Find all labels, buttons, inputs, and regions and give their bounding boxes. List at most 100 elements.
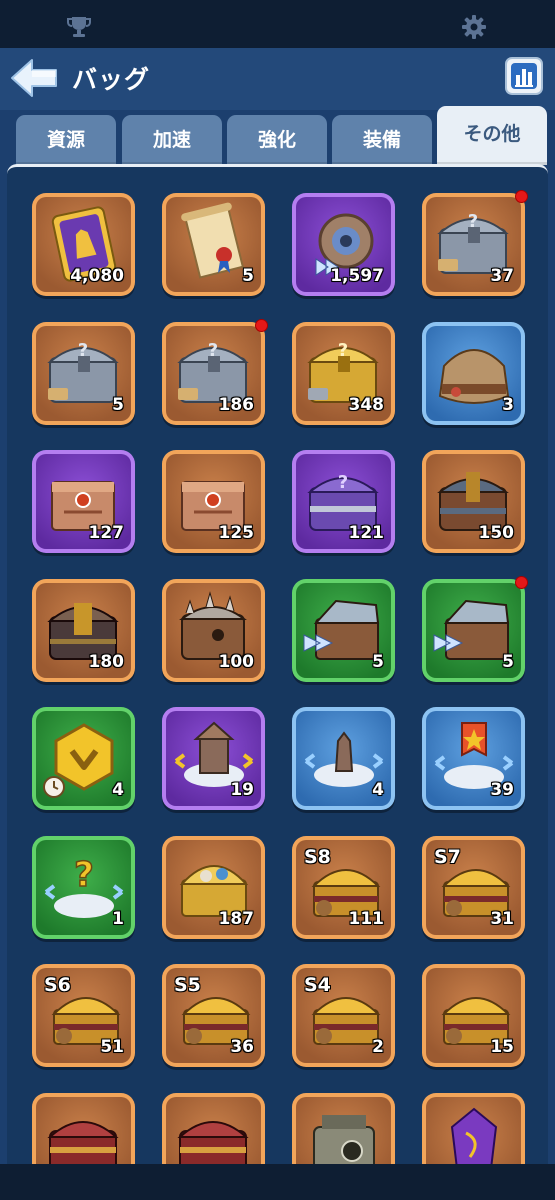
item-count: 348	[348, 394, 385, 415]
item-count: 39	[490, 780, 514, 800]
item-count: 19	[230, 780, 254, 800]
item-count: 5	[242, 266, 254, 286]
item-count: 36	[230, 1037, 254, 1057]
inventory-item[interactable]: 100	[162, 578, 265, 682]
item-count: 150	[478, 523, 515, 543]
item-count: 15	[490, 1037, 514, 1057]
svg-text:?: ?	[78, 340, 88, 361]
inventory-item[interactable]: 5	[292, 578, 395, 682]
bar-chart-icon	[511, 63, 537, 89]
inventory-item[interactable]: 187	[162, 835, 265, 939]
item-count: 100	[218, 651, 255, 672]
item-count: 187	[218, 908, 255, 929]
item-count: 127	[88, 523, 125, 543]
item-frame: S7 31	[426, 839, 521, 935]
tab-other[interactable]: その他	[437, 106, 547, 165]
inventory-item[interactable]: 127	[32, 450, 135, 553]
inventory-item[interactable]: S7 31	[422, 835, 525, 939]
item-count: 111	[348, 908, 385, 929]
item-frame: 39	[426, 711, 521, 806]
inventory-item[interactable]: 150	[422, 450, 525, 553]
item-frame: 5	[166, 197, 261, 292]
bottom-bar	[0, 1164, 555, 1200]
inventory-item[interactable]: S4 2	[292, 964, 395, 1067]
svg-text:?: ?	[338, 472, 348, 493]
inventory-item[interactable]: 1,597	[292, 193, 395, 296]
item-count: 51	[100, 1037, 124, 1057]
tab-upgrades[interactable]: 強化	[227, 115, 327, 165]
item-frame: ? 5	[36, 325, 131, 421]
inventory-item[interactable]: ? 121	[292, 450, 395, 553]
tab-resources[interactable]: 資源	[16, 115, 116, 165]
item-frame: 5	[426, 582, 521, 678]
inventory-item[interactable]: S6 51	[32, 964, 135, 1067]
item-count: 2	[372, 1037, 384, 1057]
inventory-item[interactable]: 19	[162, 707, 265, 810]
item-frame: ? 121	[296, 454, 391, 549]
item-count: 3	[502, 394, 514, 415]
inventory-item[interactable]: S8 111	[292, 835, 395, 939]
inventory-item[interactable]: 4	[292, 707, 395, 810]
inventory-item[interactable]: ? 1	[32, 835, 135, 939]
inventory-item[interactable]: ? 186	[162, 318, 268, 425]
item-frame: S6 51	[36, 968, 131, 1063]
stats-button[interactable]	[505, 57, 543, 95]
inventory-item[interactable]: 4	[32, 707, 135, 810]
tab-speedups[interactable]: 加速	[122, 115, 222, 165]
inventory-item[interactable]: 5	[422, 575, 528, 682]
item-frame: 3	[426, 325, 521, 421]
item-frame: ? 186	[166, 325, 261, 421]
season-label: S8	[304, 845, 331, 868]
item-frame: S8 111	[296, 839, 391, 935]
item-frame: 187	[166, 839, 261, 935]
item-count: 180	[88, 651, 125, 672]
top-status-bar	[0, 0, 555, 48]
inventory-item[interactable]: ? 348	[292, 321, 395, 425]
item-frame: 127	[36, 454, 131, 549]
season-label: S5	[174, 974, 201, 996]
item-frame: 19	[166, 711, 261, 806]
gear-icon[interactable]	[461, 14, 487, 40]
item-count: 4	[112, 780, 124, 800]
item-count: 37	[490, 266, 514, 286]
inventory-item[interactable]: 39	[422, 707, 525, 810]
item-frame: 180	[36, 582, 131, 678]
season-label: S4	[304, 974, 331, 996]
page-title: バッグ	[72, 65, 151, 94]
item-count: 186	[218, 394, 255, 415]
item-count: 1,597	[330, 266, 384, 286]
item-frame: 1,597	[296, 197, 391, 292]
item-frame: ? 1	[36, 839, 131, 935]
inventory-item[interactable]: ? 5	[32, 321, 135, 425]
item-frame: 5	[296, 582, 391, 678]
item-count: 4	[372, 780, 384, 800]
back-arrow-icon[interactable]	[8, 56, 60, 100]
item-frame: 100	[166, 582, 261, 678]
inventory-item[interactable]: 5	[162, 193, 265, 296]
item-count: 125	[218, 523, 255, 543]
item-frame: S5 36	[166, 968, 261, 1063]
new-indicator-dot	[515, 190, 528, 203]
item-frame: 150	[426, 454, 521, 549]
inventory-item[interactable]: 3	[422, 321, 525, 425]
inventory-item[interactable]: 180	[32, 578, 135, 682]
inventory-item[interactable]: S5 36	[162, 964, 265, 1067]
item-count: 1	[112, 908, 124, 929]
season-label: S6	[44, 974, 71, 996]
svg-text:?: ?	[74, 855, 94, 895]
item-frame: ? 37	[426, 197, 521, 292]
item-frame: 4,080	[36, 197, 131, 292]
category-tabs: 資源 加速 強化 装備 その他	[16, 106, 547, 165]
season-label: S7	[434, 845, 461, 868]
inventory-item[interactable]: 4,080	[32, 193, 135, 296]
svg-text:?: ?	[208, 340, 218, 361]
item-frame: S4 2	[296, 968, 391, 1063]
inventory-item[interactable]: 15	[422, 964, 525, 1067]
inventory-item[interactable]: ? 37	[422, 190, 528, 296]
item-frame: 125	[166, 454, 261, 549]
trophy-icon[interactable]	[66, 14, 92, 40]
inventory-item[interactable]: 125	[162, 450, 265, 553]
new-indicator-dot	[255, 318, 268, 332]
tab-equipment[interactable]: 装備	[332, 115, 432, 165]
item-count: 5	[372, 651, 384, 672]
